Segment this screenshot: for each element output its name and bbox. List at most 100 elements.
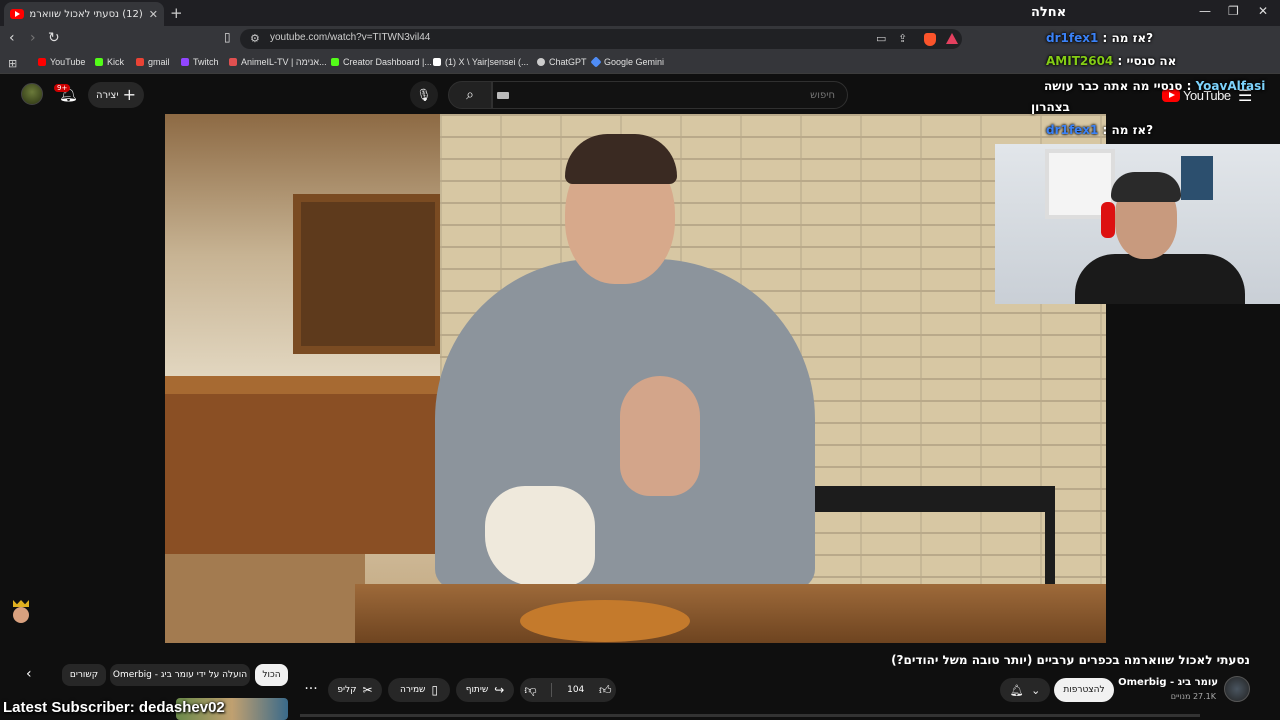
chip-all[interactable]: הכול [255, 664, 288, 686]
create-label: יצירה [96, 89, 119, 101]
subscription-menu-button[interactable]: 🔔︎ ⌄ [1000, 678, 1050, 702]
chat-text: : אז מה? [1098, 31, 1154, 45]
subscriber-count: 27.1K מנויים [1170, 692, 1216, 701]
account-avatar[interactable] [21, 83, 43, 105]
chat-message: dr1fex1 : אז מה? [1046, 31, 1153, 45]
maximize-button[interactable]: ❐ [1228, 4, 1239, 18]
channel-avatar[interactable] [1224, 676, 1250, 702]
youtube-favicon-icon [10, 9, 24, 19]
back-button[interactable]: ‹ [9, 30, 15, 46]
tab-close-icon[interactable]: ✕ [149, 8, 158, 21]
bookmark-twitch[interactable]: Twitch [181, 57, 219, 67]
like-button[interactable]: 👍︎ [599, 683, 612, 698]
browser-tab-active[interactable]: (12) נסעתי לאכול שווארמה בכפר ✕ [4, 2, 164, 26]
bookmark-label: (1) X \ Yair|sensei (... [445, 57, 529, 67]
chat-username: dr1fex1 [1046, 31, 1099, 45]
tab-title: (12) נסעתי לאכול שווארמה בכפר [30, 8, 143, 20]
voice-search-mic-icon[interactable]: 🎙︎ [410, 81, 438, 109]
keyboard-icon[interactable] [497, 92, 509, 99]
chat-text: : סנסיי מה אתה כבר עושה [1044, 79, 1196, 93]
more-actions-button[interactable]: ··· [300, 680, 322, 702]
x-icon [433, 58, 441, 66]
video-person-hand [620, 376, 700, 496]
close-window-button[interactable]: ✕ [1258, 4, 1268, 18]
search-button[interactable]: ⌕ [448, 81, 492, 109]
bookmark-label: Kick [107, 57, 125, 67]
bookmark-youtube[interactable]: YouTube [38, 57, 85, 67]
chat-username: AMIT2604 [1046, 54, 1114, 68]
dislike-button[interactable]: 👎︎ [524, 683, 536, 698]
clip-button[interactable]: ✂ קליפ [328, 678, 382, 702]
chat-username: dr1fex1 [1046, 123, 1099, 137]
chat-message: YoavAlfasi : סנסיי מה אתה כבר עושה [1044, 79, 1265, 93]
site-info-icon[interactable]: ⚙ [250, 32, 260, 45]
bookmark-kick[interactable]: Kick [95, 57, 124, 67]
bookmark-creator-dashboard[interactable]: Creator Dashboard |... [331, 57, 432, 67]
minimize-button[interactable]: — [1199, 4, 1211, 18]
channel-name[interactable]: עומר ביג - Omerbig [1118, 677, 1218, 688]
new-tab-button[interactable]: + [170, 4, 183, 22]
chat-message: dr1fex1 : אז מה? [1046, 123, 1153, 137]
video-scene-window [293, 194, 443, 354]
streamer-webcam [995, 144, 1280, 304]
clip-label: קליפ [337, 685, 357, 695]
chips-scroll-left-icon[interactable]: ‹ [26, 666, 32, 682]
gemini-icon [590, 56, 602, 68]
video-scene-cabinet [165, 394, 445, 554]
bookmark-label: Creator Dashboard |... [343, 57, 432, 67]
forward-button[interactable]: › [30, 30, 36, 46]
chatgpt-icon [537, 58, 545, 66]
cast-icon[interactable]: ▭ [876, 32, 886, 45]
bookmark-gemini[interactable]: Google Gemini [590, 56, 665, 68]
chevron-down-icon: ⌄ [1031, 683, 1041, 697]
save-bookmark-icon: ▯ [431, 683, 439, 697]
apps-grid-icon[interactable]: ⊞ [8, 57, 17, 70]
bookmark-gmail[interactable]: gmail [136, 57, 170, 67]
scissors-icon: ✂ [362, 683, 373, 697]
bookmark-icon[interactable]: ▯ [224, 30, 231, 44]
chat-message-continuation: בצהרון [1031, 100, 1070, 114]
search-input[interactable] [492, 81, 848, 109]
save-label: שמירה [399, 685, 426, 695]
chat-message: AMIT2604 : אה סנסיי [1046, 54, 1176, 68]
url-text[interactable]: youtube.com/watch?v=TITWN3vil44 [270, 32, 430, 43]
scroll-indicator [300, 714, 1200, 717]
like-count[interactable]: 104 [567, 685, 584, 695]
chat-text: : אז מה? [1098, 123, 1154, 137]
share-page-icon[interactable]: ⇪ [898, 32, 907, 45]
share-label: שיתוף [465, 685, 489, 695]
bookmark-label: Google Gemini [604, 57, 665, 67]
chip-related[interactable]: קשורים [62, 664, 106, 686]
bookmark-label: gmail [148, 57, 170, 67]
browser-tab-strip: (12) נסעתי לאכול שווארמה בכפר ✕ + — ❐ ✕ [0, 0, 1280, 26]
gmail-icon [136, 58, 144, 66]
share-icon: ↪ [494, 683, 505, 697]
address-bar[interactable]: ⚙ youtube.com/watch?v=TITWN3vil44 ▭ ⇪ [240, 29, 962, 49]
notification-bell-icon: 🔔︎ [1009, 683, 1024, 697]
bookmark-label: Twitch [193, 57, 219, 67]
video-player[interactable] [165, 114, 1106, 643]
chip-uploaded-by[interactable]: הועלה על ידי עומר ביג - Omerbig [110, 664, 250, 686]
reload-icon[interactable]: ↻ [48, 30, 60, 46]
chat-title: אחלה [1031, 5, 1067, 20]
save-button[interactable]: ▯ שמירה [388, 678, 450, 702]
video-scene-chair [795, 486, 1055, 586]
share-button[interactable]: ↪ שיתוף [456, 678, 514, 702]
rewards-icon[interactable] [946, 33, 958, 44]
bookmark-x[interactable]: (1) X \ Yair|sensei (... [433, 57, 529, 67]
crown-avatar-icon [10, 600, 32, 626]
notifications-badge: 9+ [54, 84, 71, 92]
like-dislike-group: 👎︎ 104 👍︎ [520, 678, 616, 702]
animeil-icon [229, 58, 237, 66]
bookmark-animeil[interactable]: AnimeIL-TV | אנימה... [229, 57, 327, 67]
video-shawarma-wrap [485, 486, 595, 586]
brave-shield-icon[interactable] [924, 33, 936, 46]
chat-text: : אה סנסיי [1113, 54, 1177, 68]
youtube-icon [38, 58, 46, 66]
join-button[interactable]: להצטרפות [1054, 678, 1114, 702]
twitch-icon [181, 58, 189, 66]
video-scene-shelf [165, 376, 445, 394]
bookmark-chatgpt[interactable]: ChatGPT [537, 57, 587, 67]
video-title: נסעתי לאכול שווארמה בכפרים ערביים (יותר … [891, 653, 1250, 667]
create-button[interactable]: יצירה + [88, 82, 144, 108]
